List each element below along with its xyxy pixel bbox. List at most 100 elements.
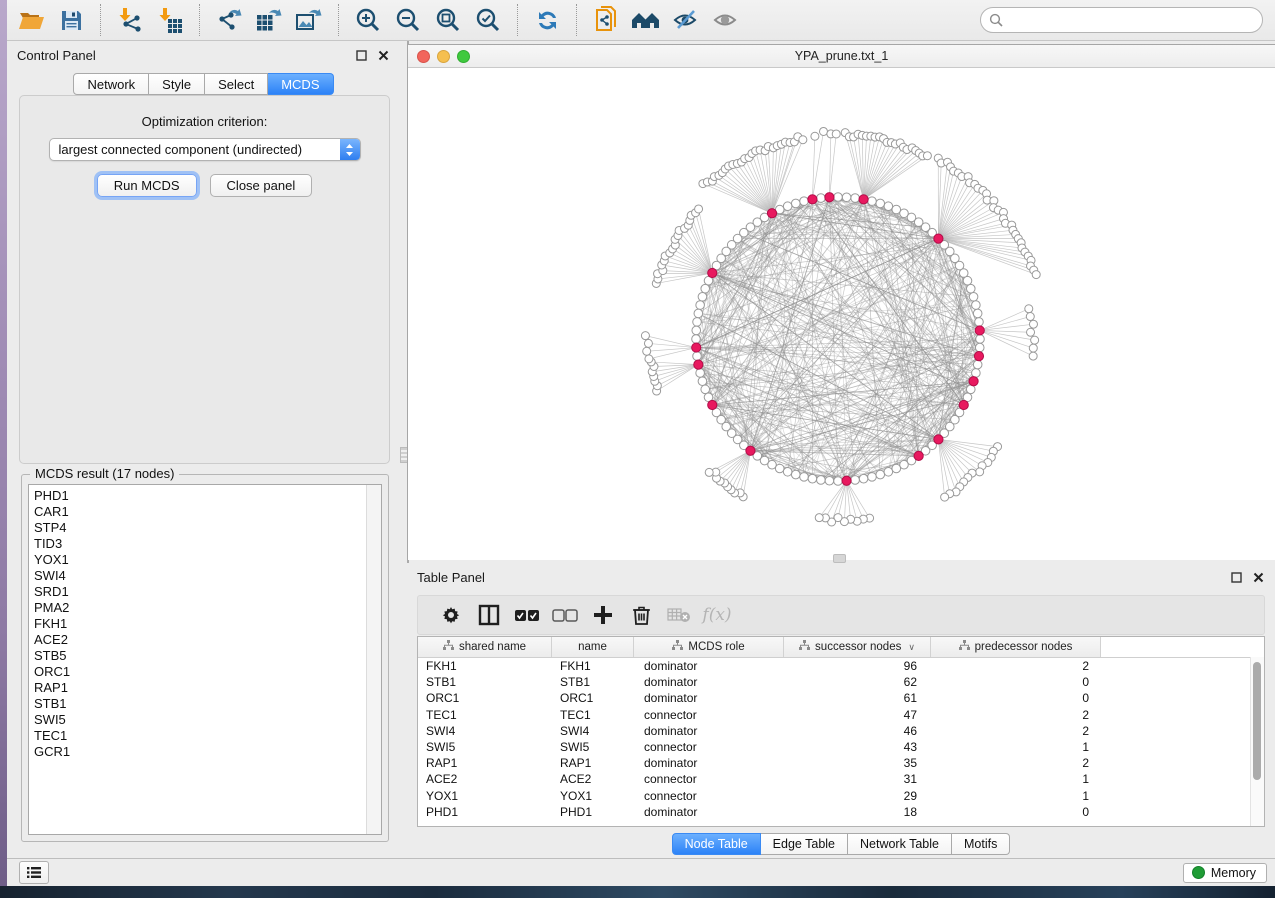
deselect-all-icon[interactable] (546, 609, 584, 622)
export-network-icon[interactable] (212, 3, 246, 37)
network-node[interactable] (696, 301, 705, 310)
export-table-icon[interactable] (252, 3, 286, 37)
mcds-list-scrollbar[interactable] (366, 485, 381, 834)
network-node[interactable] (825, 476, 834, 485)
network-node[interactable] (851, 476, 860, 485)
network-node[interactable] (876, 199, 885, 208)
column-header-successor-nodes[interactable]: successor nodes∨ (784, 637, 931, 657)
network-node[interactable] (696, 369, 705, 378)
network-node[interactable] (834, 477, 843, 486)
zoom-out-icon[interactable] (391, 3, 425, 37)
table-row[interactable]: RAP1RAP1dominator352 (418, 755, 1264, 771)
mcds-hub-node[interactable] (708, 400, 717, 409)
close-panel-button[interactable]: Close panel (210, 174, 313, 197)
mcds-result-list[interactable]: PHD1CAR1STP4TID3YOX1SWI4SRD1PMA2FKH1ACE2… (28, 484, 382, 835)
mcds-result-item[interactable]: STB1 (34, 696, 381, 712)
leaf-node[interactable] (941, 493, 949, 501)
mcds-result-item[interactable]: RAP1 (34, 680, 381, 696)
network-node[interactable] (698, 377, 707, 386)
network-node[interactable] (693, 352, 702, 361)
network-canvas[interactable] (408, 68, 1275, 560)
network-node[interactable] (783, 202, 792, 211)
tab-motifs[interactable]: Motifs (952, 833, 1010, 855)
mcds-result-item[interactable]: CAR1 (34, 504, 381, 520)
leaf-node[interactable] (1026, 313, 1034, 321)
close-panel-icon[interactable] (377, 49, 390, 62)
leaf-node[interactable] (643, 347, 651, 355)
network-node[interactable] (698, 292, 707, 301)
tab-edge-table[interactable]: Edge Table (761, 833, 848, 855)
mcds-result-item[interactable]: ACE2 (34, 632, 381, 648)
network-node[interactable] (775, 464, 784, 473)
mcds-hub-node[interactable] (969, 377, 978, 386)
column-header-MCDS-role[interactable]: MCDS role (634, 637, 784, 657)
mcds-hub-node[interactable] (708, 268, 717, 277)
column-header-predecessor-nodes[interactable]: predecessor nodes (931, 637, 1101, 657)
mcds-result-item[interactable]: YOX1 (34, 552, 381, 568)
mcds-hub-node[interactable] (934, 234, 943, 243)
search-input[interactable] (980, 7, 1263, 33)
network-node[interactable] (851, 194, 860, 203)
network-node[interactable] (969, 292, 978, 301)
leaf-node[interactable] (819, 127, 827, 135)
mcds-hub-node[interactable] (859, 195, 868, 204)
network-node[interactable] (791, 199, 800, 208)
mcds-hub-node[interactable] (694, 360, 703, 369)
mcds-result-item[interactable]: SWI4 (34, 568, 381, 584)
tab-select[interactable]: Select (205, 73, 268, 95)
network-node[interactable] (966, 385, 975, 394)
mcds-result-item[interactable]: TID3 (34, 536, 381, 552)
leaf-node[interactable] (815, 514, 823, 522)
export-image-icon[interactable] (292, 3, 326, 37)
run-mcds-button[interactable]: Run MCDS (97, 174, 197, 197)
mcds-hub-node[interactable] (914, 451, 923, 460)
table-row[interactable]: YOX1YOX1connector291 (418, 788, 1264, 804)
network-window-titlebar[interactable]: YPA_prune.txt_1 (408, 45, 1275, 68)
import-network-icon[interactable] (113, 3, 147, 37)
mcds-hub-node[interactable] (975, 326, 984, 335)
mcds-hub-node[interactable] (825, 193, 834, 202)
mcds-hub-node[interactable] (959, 400, 968, 409)
mcds-hub-node[interactable] (934, 435, 943, 444)
mcds-hub-node[interactable] (692, 343, 701, 352)
task-history-button[interactable] (19, 861, 49, 884)
tab-node-table[interactable]: Node Table (672, 833, 761, 855)
leaf-node[interactable] (695, 205, 703, 213)
network-node[interactable] (973, 360, 982, 369)
network-node[interactable] (692, 326, 701, 335)
zoom-in-icon[interactable] (351, 3, 385, 37)
refresh-icon[interactable] (530, 3, 564, 37)
leaf-node[interactable] (645, 355, 653, 363)
zoom-fit-icon[interactable] (431, 3, 465, 37)
table-row[interactable]: STB1STB1dominator620 (418, 674, 1264, 690)
optimization-criterion-select[interactable]: largest connected component (undirected) (49, 138, 361, 161)
mcds-hub-node[interactable] (808, 195, 817, 204)
network-node[interactable] (976, 335, 985, 344)
open-file-icon[interactable] (14, 3, 48, 37)
leaf-node[interactable] (641, 332, 649, 340)
network-node[interactable] (834, 193, 843, 202)
delete-table-icon[interactable] (660, 607, 698, 623)
table-row[interactable]: SWI4SWI4dominator462 (418, 723, 1264, 739)
leaf-node[interactable] (1025, 305, 1033, 313)
network-node[interactable] (975, 343, 984, 352)
table-row[interactable]: TEC1TEC1connector472 (418, 707, 1264, 723)
network-node[interactable] (975, 318, 984, 327)
clone-network-icon[interactable] (589, 3, 623, 37)
network-node[interactable] (868, 197, 877, 206)
network-node[interactable] (972, 301, 981, 310)
zoom-selected-icon[interactable] (471, 3, 505, 37)
leaf-node[interactable] (705, 468, 713, 476)
network-node[interactable] (701, 385, 710, 394)
leaf-node[interactable] (1027, 328, 1035, 336)
save-session-icon[interactable] (54, 3, 88, 37)
leaf-node[interactable] (811, 132, 819, 140)
leaf-node[interactable] (1029, 344, 1037, 352)
mcds-result-item[interactable]: PMA2 (34, 600, 381, 616)
network-node[interactable] (966, 284, 975, 293)
function-builder-icon[interactable]: f(x) (698, 605, 736, 625)
mcds-result-item[interactable]: ORC1 (34, 664, 381, 680)
network-node[interactable] (868, 473, 877, 482)
network-node[interactable] (791, 470, 800, 479)
mcds-result-item[interactable]: STB5 (34, 648, 381, 664)
